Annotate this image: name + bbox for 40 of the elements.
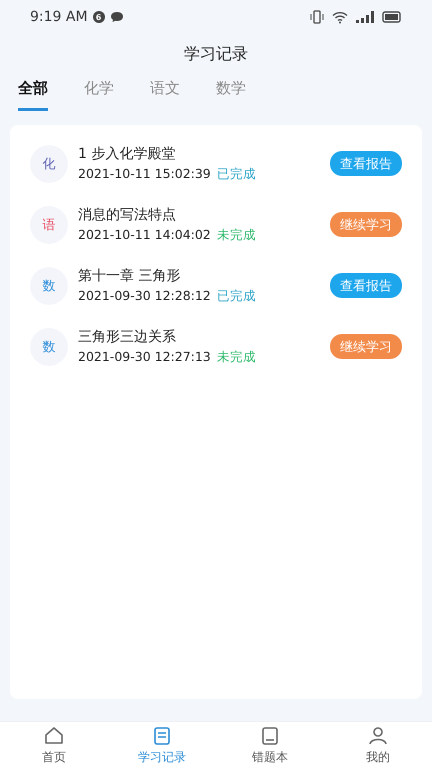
record-status: 未完成 xyxy=(216,226,256,244)
notification-badge: 6 xyxy=(92,11,105,23)
battery-icon xyxy=(382,11,402,23)
vibrate-icon xyxy=(310,10,324,24)
page-title: 学习记录 xyxy=(183,43,249,65)
record-time: 2021-09-30 12:28:12 xyxy=(78,288,211,304)
user-icon xyxy=(367,724,389,746)
subject-tab[interactable]: 语文 xyxy=(150,77,180,111)
nav-tab[interactable]: 首页 xyxy=(0,722,108,768)
subject-badge: 化 xyxy=(30,144,68,182)
subject-tab[interactable]: 全部 xyxy=(18,77,48,111)
home-icon xyxy=(43,724,65,746)
signal-icon xyxy=(356,11,374,23)
action-button[interactable]: 查看报告 xyxy=(330,273,402,298)
record-title: 消息的写法特点 xyxy=(78,206,177,224)
action-button[interactable]: 继续学习 xyxy=(330,212,402,237)
status-time: 9:19 AM xyxy=(30,9,88,25)
action-button[interactable]: 查看报告 xyxy=(330,151,402,176)
subject-badge: 数 xyxy=(30,266,68,304)
record-title: 1 步入化学殿堂 xyxy=(78,144,176,162)
action-button[interactable]: 继续学习 xyxy=(330,334,402,359)
record-time: 2021-09-30 12:27:13 xyxy=(78,348,211,366)
record-title: 第十一章 三角形 xyxy=(78,266,182,284)
book-icon xyxy=(259,724,281,746)
subject-badge: 数 xyxy=(30,328,68,366)
subject-tab[interactable]: 数学 xyxy=(216,77,246,111)
subject-tab[interactable]: 化学 xyxy=(84,77,114,111)
chat-icon xyxy=(110,11,124,23)
record-status: 已完成 xyxy=(216,288,256,304)
record-time: 2021-10-11 15:02:39 xyxy=(78,166,211,182)
subject-badge: 语 xyxy=(30,206,68,244)
wifi-icon xyxy=(332,10,348,24)
record-status: 已完成 xyxy=(216,166,256,182)
record-icon xyxy=(151,724,173,746)
nav-tab[interactable]: 错题本 xyxy=(216,722,324,768)
record-time: 2021-10-11 14:04:02 xyxy=(78,226,211,244)
nav-tab[interactable]: 我的 xyxy=(324,722,432,768)
record-status: 未完成 xyxy=(216,348,256,366)
record-title: 三角形三边关系 xyxy=(78,328,177,346)
nav-tab[interactable]: 学习记录 xyxy=(108,722,216,768)
